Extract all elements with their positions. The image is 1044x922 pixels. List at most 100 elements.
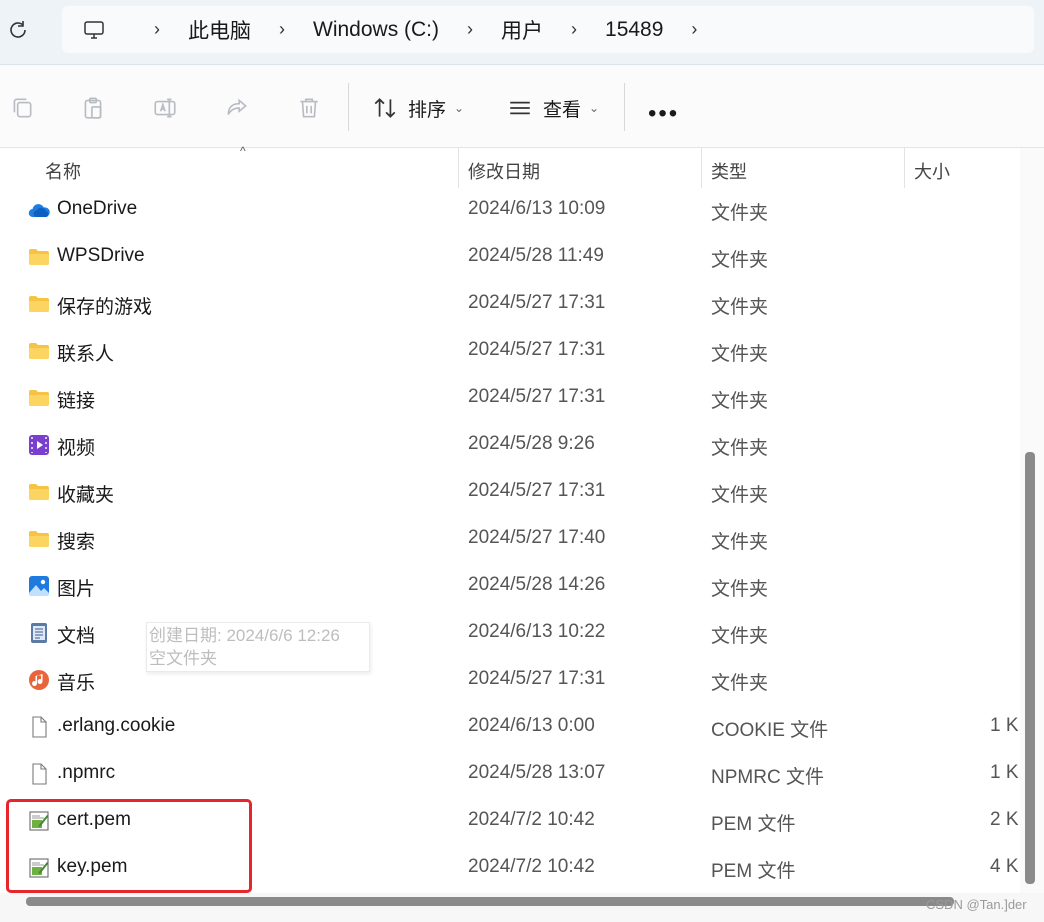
file-modified-date: 2024/5/27 17:31 bbox=[468, 292, 606, 313]
file-modified-date: 2024/5/28 11:49 bbox=[468, 245, 604, 266]
file-modified-date: 2024/6/13 10:09 bbox=[468, 198, 606, 219]
breadcrumb-chevron-icon[interactable]: › bbox=[689, 19, 699, 40]
paste-icon[interactable] bbox=[80, 95, 106, 121]
computer-icon[interactable] bbox=[82, 18, 106, 42]
vertical-scrollbar-thumb[interactable] bbox=[1025, 452, 1035, 884]
file-type: 文件夹 bbox=[711, 438, 769, 459]
column-divider[interactable] bbox=[458, 148, 459, 188]
file-row[interactable]: 视频 2024/5/28 9:26 文件夹 bbox=[0, 421, 1020, 468]
breadcrumb-users[interactable]: 用户 bbox=[501, 15, 543, 45]
file-row[interactable]: 保存的游戏 2024/5/27 17:31 文件夹 bbox=[0, 280, 1020, 327]
command-bar: 排序 ⌄ 查看 ⌄ bbox=[0, 64, 1044, 148]
column-header-size[interactable]: 大小 bbox=[914, 158, 950, 184]
delete-icon[interactable] bbox=[296, 95, 322, 121]
file-type: PEM 文件 bbox=[711, 814, 796, 835]
file-row[interactable]: 图片 2024/5/28 14:26 文件夹 bbox=[0, 562, 1020, 609]
toolbar-divider bbox=[624, 83, 625, 131]
file-name[interactable]: 文档 bbox=[57, 621, 95, 648]
column-divider[interactable] bbox=[701, 148, 702, 188]
breadcrumb-chevron-icon[interactable]: › bbox=[277, 19, 287, 40]
file-name[interactable]: WPSDrive bbox=[57, 245, 145, 267]
column-header-name[interactable]: 名称 bbox=[45, 158, 81, 184]
file-type: 文件夹 bbox=[711, 203, 769, 224]
breadcrumb-chevron-icon[interactable]: › bbox=[569, 19, 579, 40]
column-divider[interactable] bbox=[904, 148, 905, 188]
file-name[interactable]: 音乐 bbox=[57, 668, 95, 695]
file-size: 4 K bbox=[990, 856, 1019, 877]
file-name[interactable]: 保存的游戏 bbox=[57, 292, 152, 319]
breadcrumb-user-folder[interactable]: 15489 bbox=[605, 18, 663, 42]
folder-icon bbox=[27, 292, 51, 316]
file-row[interactable]: 搜索 2024/5/27 17:40 文件夹 bbox=[0, 515, 1020, 562]
file-type: PEM 文件 bbox=[711, 861, 796, 882]
breadcrumb-drive-c[interactable]: Windows (C:) bbox=[313, 18, 439, 42]
file-type: NPMRC 文件 bbox=[711, 767, 824, 788]
sort-icon bbox=[374, 98, 396, 118]
address-bar-area: › 此电脑 › Windows (C:) › 用户 › 15489 › bbox=[0, 0, 1044, 64]
toolbar-divider bbox=[348, 83, 349, 131]
breadcrumb-this-pc[interactable]: 此电脑 bbox=[188, 15, 251, 45]
file-modified-date: 2024/7/2 10:42 bbox=[468, 809, 595, 830]
view-button[interactable]: 查看 ⌄ bbox=[507, 93, 599, 123]
file-name[interactable]: 图片 bbox=[57, 574, 95, 601]
file-row[interactable]: 链接 2024/5/27 17:31 文件夹 bbox=[0, 374, 1020, 421]
chevron-down-icon: ⌄ bbox=[454, 101, 465, 115]
documents-icon bbox=[27, 621, 51, 645]
folder-icon bbox=[27, 386, 51, 410]
breadcrumb-chevron-icon[interactable]: › bbox=[152, 19, 162, 40]
file-row[interactable]: .npmrc 2024/5/28 13:07 NPMRC 文件 1 K bbox=[0, 750, 1020, 797]
file-name[interactable]: 视频 bbox=[57, 433, 95, 460]
file-name[interactable]: 搜索 bbox=[57, 527, 95, 554]
video-icon bbox=[27, 433, 51, 457]
file-type: 文件夹 bbox=[711, 297, 769, 318]
file-modified-date: 2024/6/13 10:22 bbox=[468, 621, 606, 642]
file-modified-date: 2024/6/13 0:00 bbox=[468, 715, 595, 736]
file-name[interactable]: 链接 bbox=[57, 386, 95, 413]
file-name[interactable]: .erlang.cookie bbox=[57, 715, 175, 737]
column-header-date[interactable]: 修改日期 bbox=[468, 158, 540, 184]
file-type: 文件夹 bbox=[711, 579, 769, 600]
copy-icon[interactable] bbox=[9, 95, 35, 121]
sort-button[interactable]: 排序 ⌄ bbox=[372, 93, 464, 123]
file-size: 2 K bbox=[990, 809, 1019, 830]
rename-icon[interactable] bbox=[152, 95, 178, 121]
file-row[interactable]: 收藏夹 2024/5/27 17:31 文件夹 bbox=[0, 468, 1020, 515]
file-size: 1 K bbox=[990, 715, 1019, 736]
file-name[interactable]: .npmrc bbox=[57, 762, 115, 784]
file-size: 1 K bbox=[990, 762, 1019, 783]
file-row[interactable]: WPSDrive 2024/5/28 11:49 文件夹 bbox=[0, 233, 1020, 280]
address-bar[interactable]: › 此电脑 › Windows (C:) › 用户 › 15489 › bbox=[62, 6, 1034, 53]
file-modified-date: 2024/5/27 17:31 bbox=[468, 668, 606, 689]
file-row[interactable]: OneDrive 2024/6/13 10:09 文件夹 bbox=[0, 186, 1020, 233]
file-icon bbox=[27, 762, 51, 786]
watermark: CSDN @Tan.]der bbox=[926, 897, 1027, 912]
column-header-type[interactable]: 类型 bbox=[711, 158, 747, 184]
more-options-button[interactable]: ••• bbox=[648, 100, 679, 128]
file-name[interactable]: OneDrive bbox=[57, 198, 137, 220]
chevron-down-icon: ⌄ bbox=[589, 101, 600, 115]
file-type: 文件夹 bbox=[711, 673, 769, 694]
refresh-icon[interactable] bbox=[6, 18, 30, 42]
tooltip-created-date: 创建日期: 2024/6/6 12:26 bbox=[149, 626, 340, 645]
file-row[interactable]: .erlang.cookie 2024/6/13 0:00 COOKIE 文件 1 K bbox=[0, 703, 1020, 750]
tooltip-folder-status: 空文件夹 bbox=[149, 649, 217, 668]
horizontal-scrollbar-thumb[interactable] bbox=[26, 897, 954, 906]
breadcrumb-chevron-icon[interactable]: › bbox=[465, 19, 475, 40]
file-type: 文件夹 bbox=[711, 391, 769, 412]
file-modified-date: 2024/5/27 17:31 bbox=[468, 480, 606, 501]
folder-icon bbox=[27, 480, 51, 504]
file-row[interactable]: 联系人 2024/5/27 17:31 文件夹 bbox=[0, 327, 1020, 374]
file-name[interactable]: 收藏夹 bbox=[57, 480, 114, 507]
file-name[interactable]: 联系人 bbox=[57, 339, 114, 366]
file-type: 文件夹 bbox=[711, 532, 769, 553]
folder-tooltip: 创建日期: 2024/6/6 12:26 空文件夹 bbox=[146, 622, 370, 672]
share-icon[interactable] bbox=[224, 95, 250, 121]
file-type: 文件夹 bbox=[711, 485, 769, 506]
file-modified-date: 2024/5/27 17:40 bbox=[468, 527, 606, 548]
file-type: COOKIE 文件 bbox=[711, 720, 829, 741]
file-type: 文件夹 bbox=[711, 626, 769, 647]
highlight-box bbox=[6, 799, 252, 893]
file-modified-date: 2024/5/27 17:31 bbox=[468, 386, 606, 407]
pictures-icon bbox=[27, 574, 51, 598]
file-type: 文件夹 bbox=[711, 344, 769, 365]
